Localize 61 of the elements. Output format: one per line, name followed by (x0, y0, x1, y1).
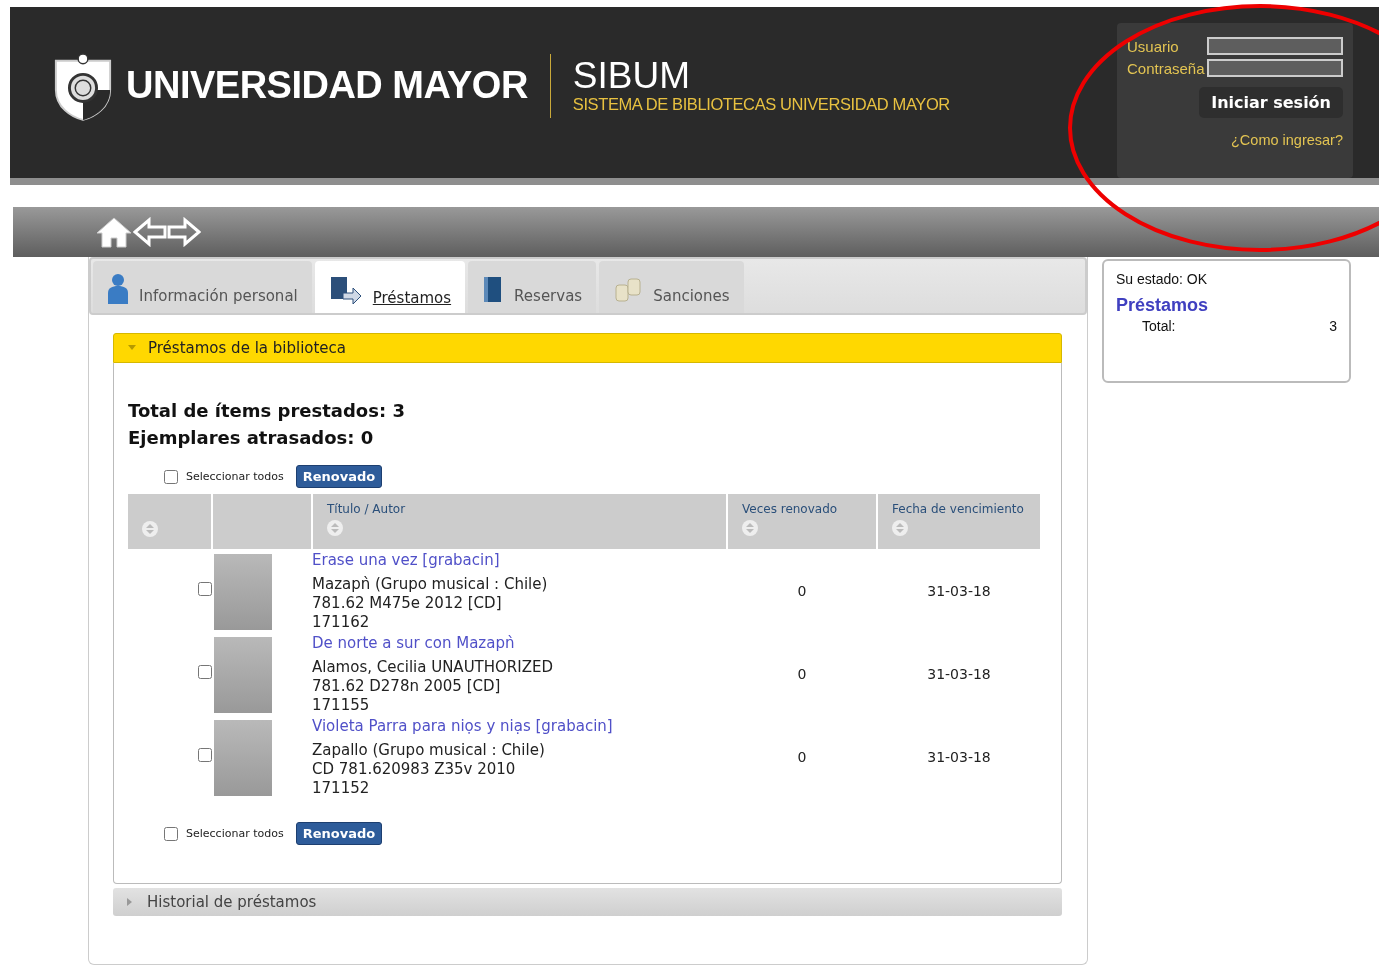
due-date: 31-03-18 (927, 582, 991, 599)
author-text: Alamos, Cecilia UNAUTHORIZED (312, 658, 554, 677)
select-all-label: Seleccionar todos (186, 827, 284, 840)
select-all-checkbox[interactable] (164, 469, 178, 484)
login-button[interactable]: Iniciar sesión (1199, 87, 1343, 118)
barcode-text: 171152 (312, 779, 371, 798)
column-header[interactable]: Título / Autor (327, 502, 712, 516)
password-field[interactable] (1207, 59, 1343, 77)
barcode-text: 171155 (312, 696, 371, 715)
due-date: 31-03-18 (927, 748, 991, 765)
section-title: Historial de préstamos (147, 893, 317, 911)
loans-heading: Préstamos (1116, 295, 1210, 316)
renew-button[interactable]: Renovado (295, 822, 383, 845)
caret-icon (128, 345, 136, 351)
renew-button[interactable]: Renovado (295, 465, 383, 488)
renewals-count: 0 (797, 748, 807, 765)
coins-icon (613, 275, 644, 305)
help-link[interactable]: ¿Como ingresar? (1231, 132, 1343, 148)
user-label: Usuario (1127, 37, 1179, 55)
title-link[interactable]: Erase una vez [grabacin] (312, 551, 727, 569)
author-text: Mazapǹ (Grupo musical : Chile) (312, 575, 549, 594)
title-link[interactable]: De norte a sur con Mazapǹ (312, 634, 727, 652)
forward-arrow-icon[interactable] (167, 217, 201, 247)
history-section-header[interactable]: Historial de préstamos (113, 888, 1062, 916)
section-header[interactable]: Préstamos de la biblioteca (113, 333, 1062, 363)
renewals-count: 0 (797, 582, 807, 599)
tab[interactable]: Información personal (93, 261, 312, 313)
due-date: 31-03-18 (927, 665, 991, 682)
row-checkbox[interactable] (198, 665, 212, 679)
overdue-text: Ejemplares atrasados: 0 (128, 426, 375, 450)
row-checkbox[interactable] (198, 748, 212, 762)
select-all-checkbox[interactable] (164, 826, 178, 841)
home-icon[interactable] (95, 216, 133, 248)
person-icon (107, 273, 129, 305)
university-name: UNIVERSIDAD MAYOR (126, 64, 528, 107)
total-items-text: Total de ítems prestados: 3 (128, 399, 406, 423)
book-arrow-icon (328, 275, 363, 307)
column-header[interactable]: Veces renovado (742, 502, 862, 516)
tab[interactable]: Reservas (468, 261, 597, 313)
row-checkbox[interactable] (198, 582, 212, 596)
caret-icon (127, 898, 133, 906)
app-title: SIBUM (572, 57, 691, 95)
author-text: Zapallo (Grupo musical : Chile) (312, 741, 546, 760)
call-number-text: 781.62 D278n 2005 [CD] (312, 677, 502, 696)
select-all-label: Seleccionar todos (186, 470, 284, 483)
total-value: 3 (1329, 318, 1337, 334)
renewals-count: 0 (797, 665, 807, 682)
back-arrow-icon[interactable] (133, 217, 167, 247)
barcode-text: 171162 (312, 613, 371, 632)
column-header[interactable]: Fecha de vencimiento (892, 502, 1026, 516)
user-field[interactable] (1207, 37, 1343, 55)
call-number-text: 781.62 M475e 2012 [CD] (312, 594, 503, 613)
status-text: Su estado: OK (1116, 271, 1209, 287)
call-number-text: CD 781.620983 Z35v 2010 (312, 760, 517, 779)
tab[interactable]: Sanciones (599, 261, 744, 313)
app-subtitle: SISTEMA DE BIBLIOTECAS UNIVERSIDAD MAYOR (572, 95, 950, 114)
section-title: Préstamos de la biblioteca (148, 339, 347, 357)
title-link[interactable]: Violeta Parra para niọs y niạs [grabacin] (312, 717, 727, 735)
tab[interactable]: Préstamos (314, 261, 466, 313)
total-label: Total: (1142, 318, 1176, 334)
password-label: Contraseña (1127, 59, 1205, 77)
